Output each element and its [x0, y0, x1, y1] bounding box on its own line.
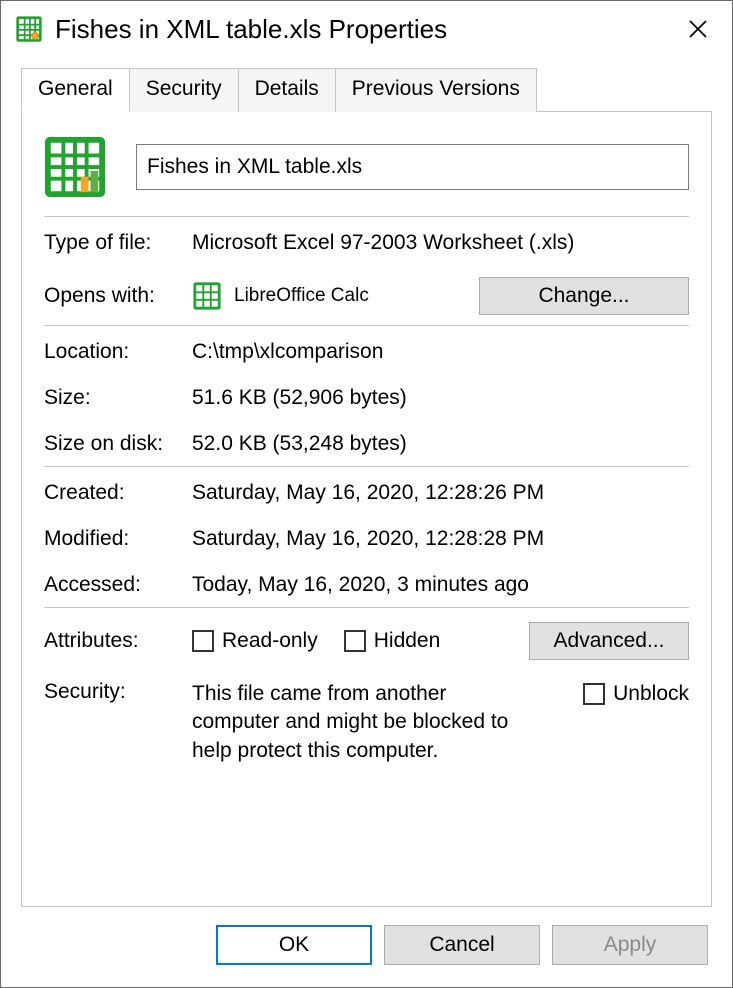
checkbox-icon: [192, 630, 214, 652]
dialog-body: General Security Details Previous Versio…: [1, 57, 732, 907]
size-label: Size:: [44, 386, 192, 410]
close-icon: [688, 19, 708, 39]
size-value: 51.6 KB (52,906 bytes): [192, 386, 689, 410]
checkbox-icon: [344, 630, 366, 652]
checkbox-icon: [583, 683, 605, 705]
size-on-disk-label: Size on disk:: [44, 432, 192, 456]
attributes-label: Attributes:: [44, 629, 192, 653]
location-value: C:\tmp\xlcomparison: [192, 340, 689, 364]
created-label: Created:: [44, 481, 192, 505]
created-value: Saturday, May 16, 2020, 12:28:26 PM: [192, 481, 689, 505]
advanced-button[interactable]: Advanced...: [529, 622, 689, 660]
type-of-file-label: Type of file:: [44, 231, 192, 255]
close-button[interactable]: [674, 9, 722, 49]
window-title: Fishes in XML table.xls Properties: [55, 14, 674, 45]
file-type-icon: [15, 15, 43, 43]
separator: [44, 466, 689, 467]
location-label: Location:: [44, 340, 192, 364]
tab-strip: General Security Details Previous Versio…: [21, 68, 712, 112]
accessed-label: Accessed:: [44, 573, 192, 597]
unblock-checkbox[interactable]: Unblock: [583, 682, 689, 706]
cancel-button[interactable]: Cancel: [384, 925, 540, 965]
security-label: Security:: [44, 680, 192, 704]
change-button[interactable]: Change...: [479, 277, 689, 315]
size-on-disk-value: 52.0 KB (53,248 bytes): [192, 432, 689, 456]
tab-previous-versions[interactable]: Previous Versions: [335, 68, 537, 112]
readonly-checkbox-label: Read-only: [222, 629, 318, 653]
tab-details[interactable]: Details: [238, 68, 336, 112]
tab-general-pane: Type of file: Microsoft Excel 97-2003 Wo…: [21, 111, 712, 907]
opens-with-value: LibreOffice Calc: [234, 285, 369, 307]
ok-button[interactable]: OK: [216, 925, 372, 965]
hidden-checkbox[interactable]: Hidden: [344, 629, 441, 653]
hidden-checkbox-label: Hidden: [374, 629, 441, 653]
filename-input[interactable]: [136, 144, 689, 190]
titlebar: Fishes in XML table.xls Properties: [1, 1, 732, 57]
apply-button[interactable]: Apply: [552, 925, 708, 965]
tab-security[interactable]: Security: [129, 68, 239, 112]
properties-dialog: Fishes in XML table.xls Properties Gener…: [0, 0, 733, 988]
file-type-icon-large: [44, 136, 106, 198]
readonly-checkbox[interactable]: Read-only: [192, 629, 318, 653]
accessed-value: Today, May 16, 2020, 3 minutes ago: [192, 573, 689, 597]
opens-with-label: Opens with:: [44, 284, 192, 308]
separator: [44, 607, 689, 608]
app-icon: [192, 281, 222, 311]
tab-general[interactable]: General: [21, 68, 130, 112]
separator: [44, 216, 689, 217]
unblock-checkbox-label: Unblock: [613, 682, 689, 706]
modified-label: Modified:: [44, 527, 192, 551]
security-text: This file came from another computer and…: [192, 680, 532, 765]
type-of-file-value: Microsoft Excel 97-2003 Worksheet (.xls): [192, 231, 689, 255]
separator: [44, 325, 689, 326]
dialog-footer: OK Cancel Apply: [1, 907, 732, 987]
modified-value: Saturday, May 16, 2020, 12:28:28 PM: [192, 527, 689, 551]
